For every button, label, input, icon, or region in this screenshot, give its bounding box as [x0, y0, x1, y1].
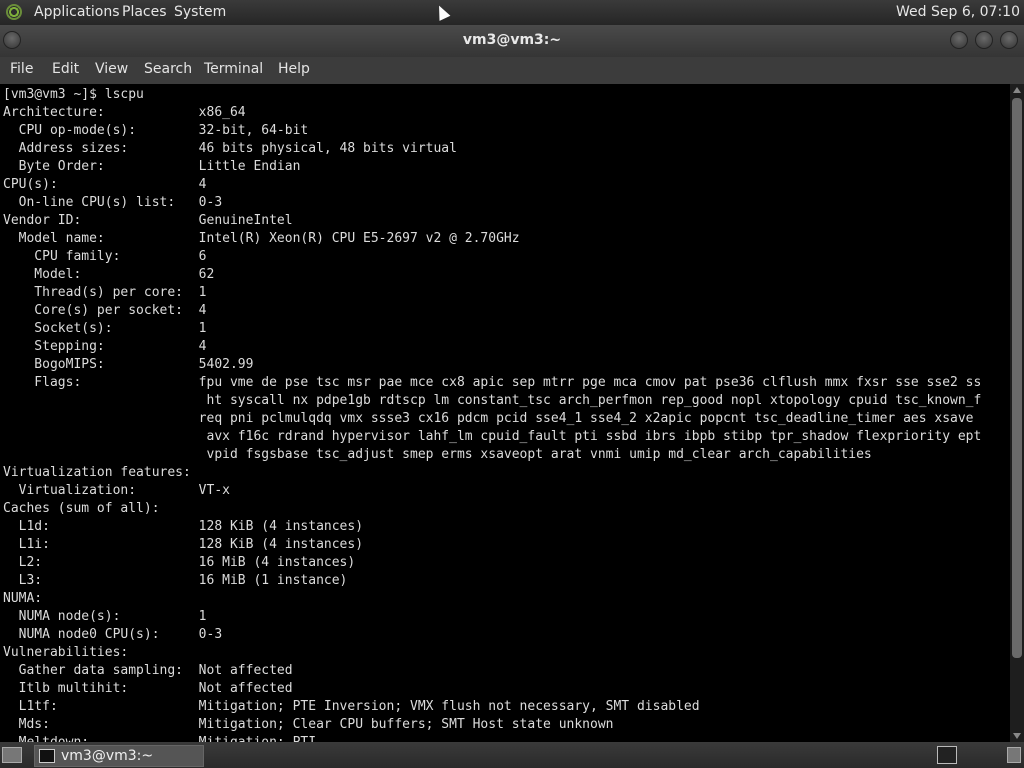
terminal-scrollbar[interactable] [1010, 84, 1024, 742]
close-button[interactable] [1000, 31, 1018, 49]
clock[interactable]: Wed Sep 6, 07:10 [896, 0, 1020, 25]
menu-search[interactable]: Search [144, 57, 192, 82]
system-menu[interactable]: System [174, 0, 226, 25]
scroll-up-arrow-icon[interactable] [1013, 87, 1021, 93]
terminal-icon [39, 749, 55, 763]
menu-edit[interactable]: Edit [52, 57, 79, 82]
window-title: vm3@vm3:~ [462, 32, 562, 48]
window-titlebar[interactable]: vm3@vm3:~ [0, 25, 1024, 57]
bottom-panel: vm3@vm3:~ [0, 742, 1024, 768]
top-panel: Applications Places System Wed Sep 6, 07… [0, 0, 1024, 25]
distro-logo-icon[interactable] [6, 4, 22, 20]
show-desktop-icon[interactable] [2, 747, 22, 763]
menu-file[interactable]: File [10, 57, 33, 82]
scrollbar-thumb[interactable] [1012, 98, 1022, 658]
workspace-switcher-icon[interactable] [937, 746, 957, 764]
minimize-button[interactable] [950, 31, 968, 49]
menu-view[interactable]: View [95, 57, 128, 82]
menubar: File Edit View Search Terminal Help [0, 57, 1024, 84]
trash-icon[interactable] [1007, 747, 1021, 763]
taskbar-window-button[interactable]: vm3@vm3:~ [34, 745, 204, 767]
taskbar-window-label: vm3@vm3:~ [61, 748, 154, 764]
menu-help[interactable]: Help [278, 57, 310, 82]
scroll-down-arrow-icon[interactable] [1013, 733, 1021, 739]
places-menu[interactable]: Places [122, 0, 167, 25]
applications-menu[interactable]: Applications [34, 0, 120, 25]
menu-terminal[interactable]: Terminal [204, 57, 263, 82]
maximize-button[interactable] [975, 31, 993, 49]
terminal-output: [vm3@vm3 ~]$ lscpu Architecture: x86_64 … [3, 87, 982, 742]
terminal-area[interactable]: [vm3@vm3 ~]$ lscpu Architecture: x86_64 … [0, 84, 1010, 742]
